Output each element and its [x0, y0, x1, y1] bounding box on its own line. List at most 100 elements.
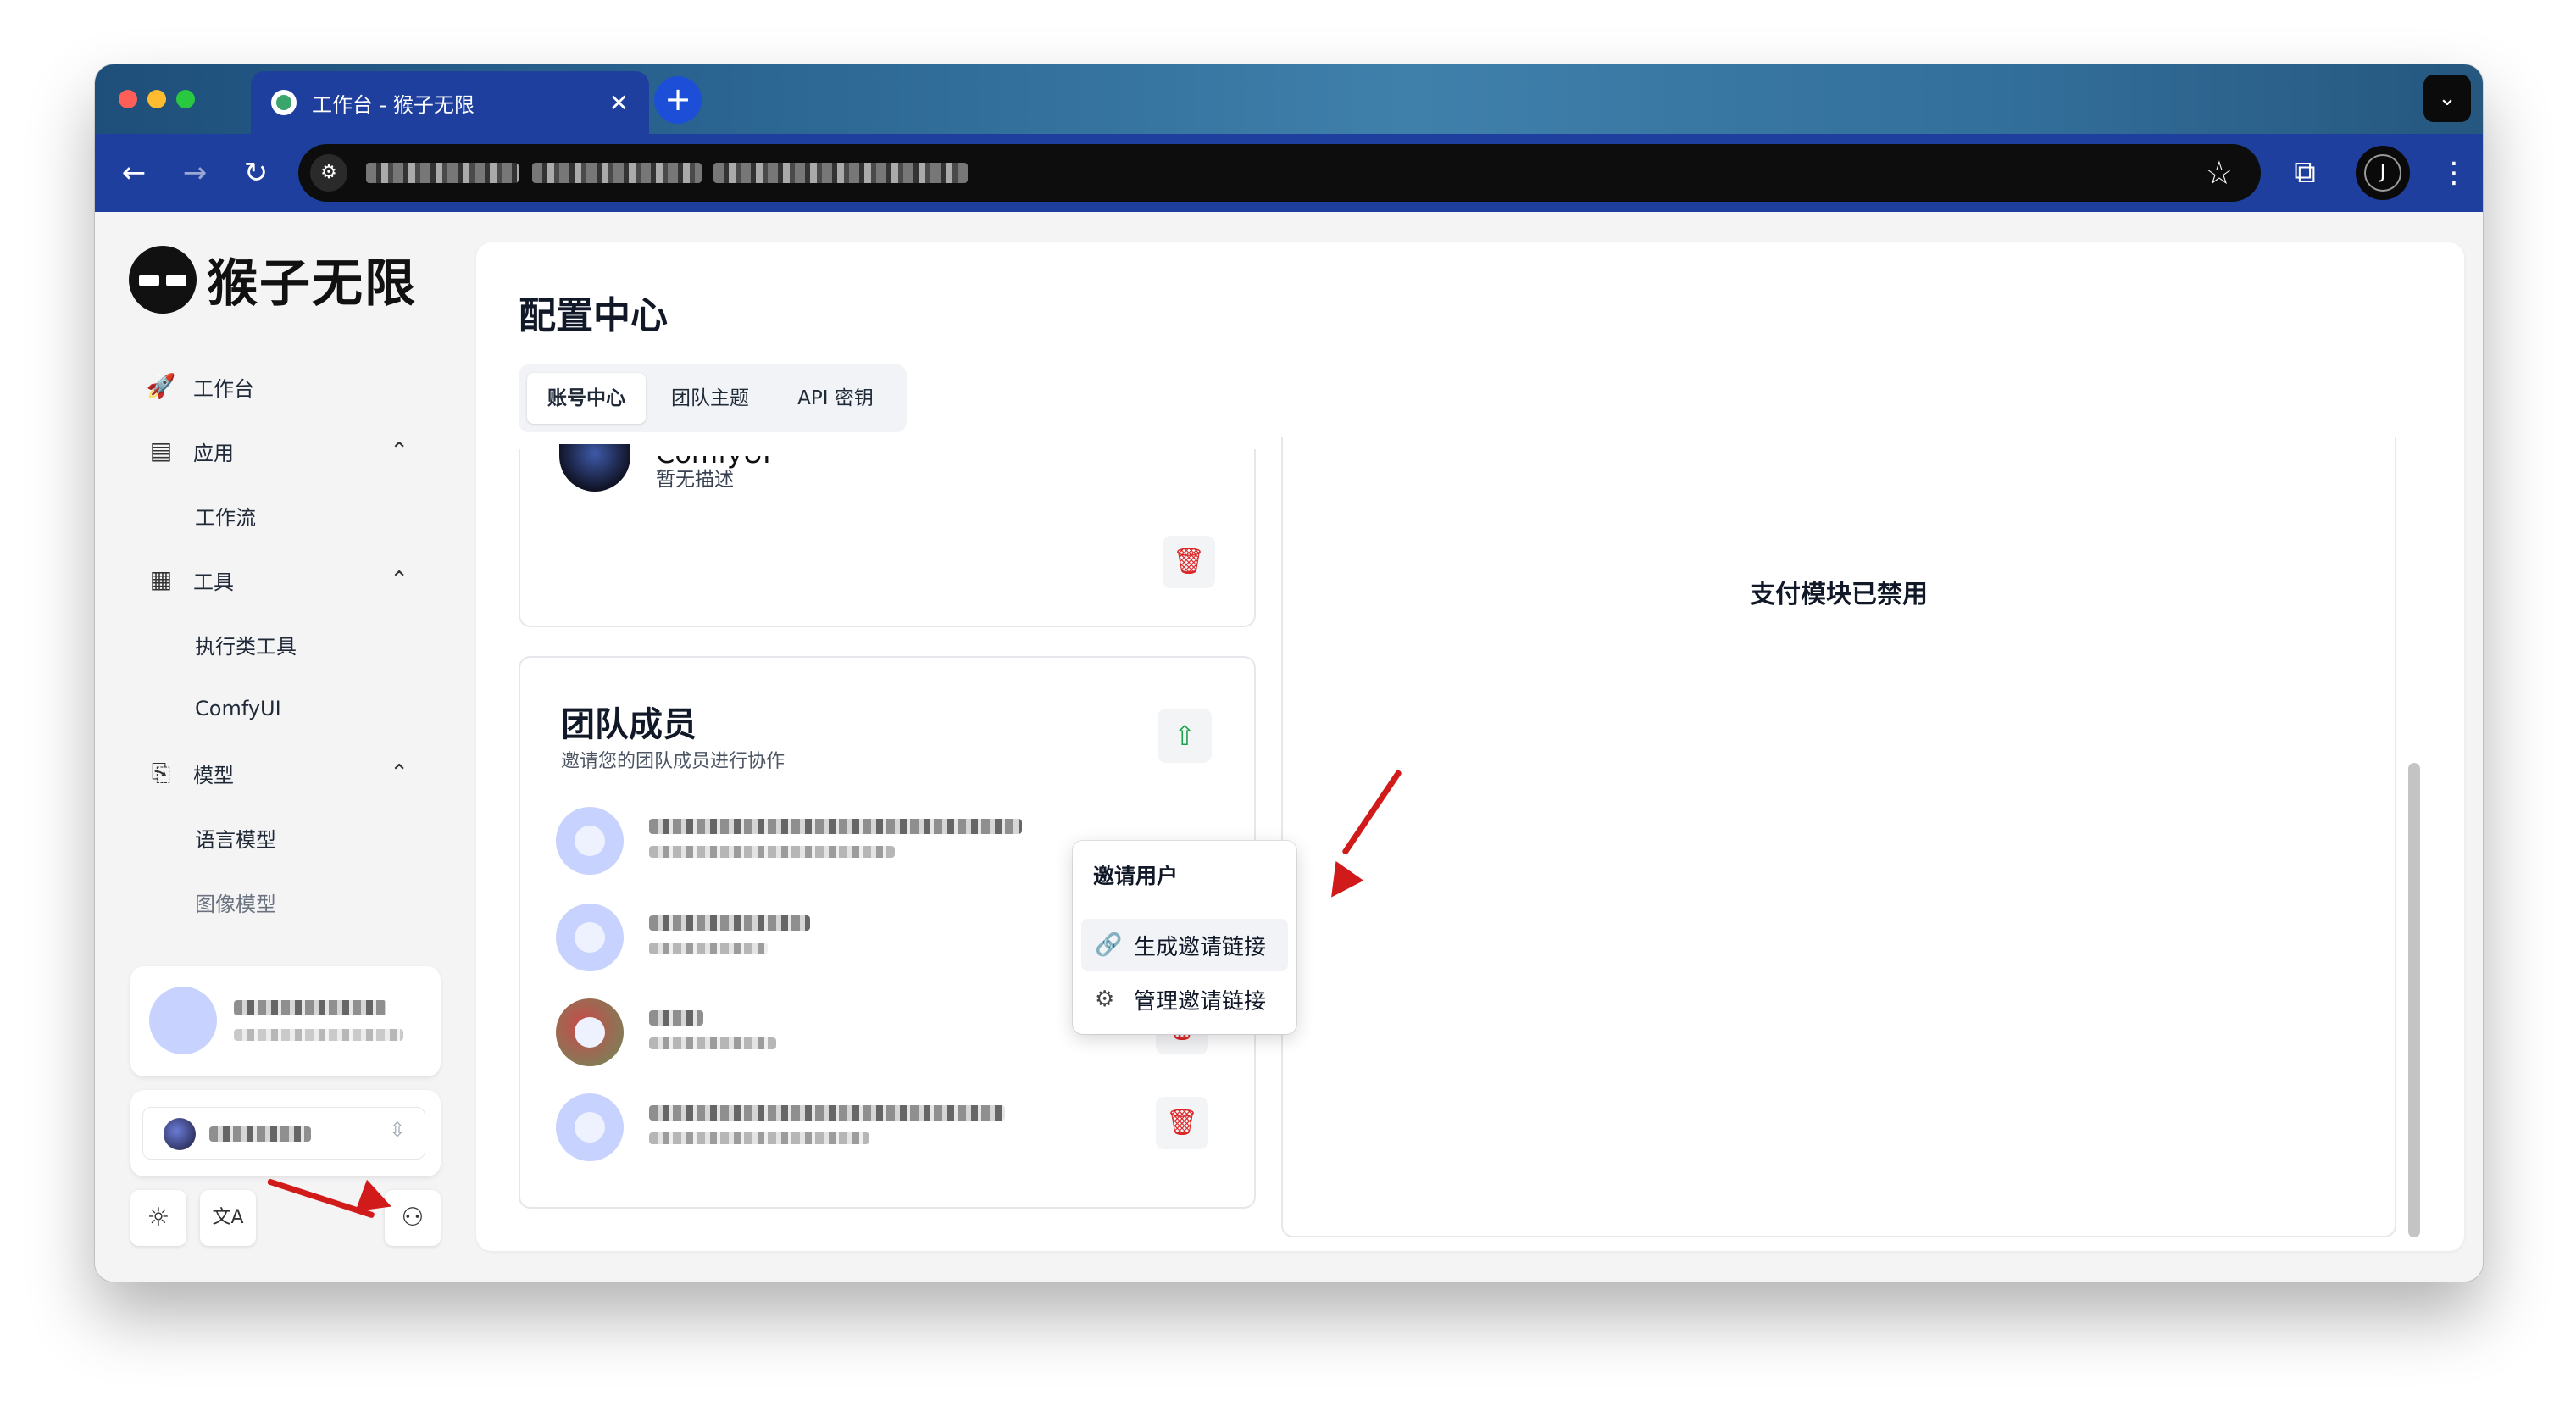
profile-avatar[interactable]: J — [2356, 146, 2410, 200]
url-redacted — [366, 163, 519, 183]
member-meta-redacted — [649, 846, 895, 858]
bookmark-star-icon[interactable]: ☆ — [2205, 154, 2234, 192]
app-root: 猴子无限 🚀 工作台 ▤ 应用 ⌃ 工作流 ▦ 工具 ⌃ 执行类工具 Comfy… — [95, 212, 2483, 1282]
url-redacted — [713, 163, 968, 183]
theme-toggle-button[interactable]: ☼ — [130, 1190, 186, 1246]
sidebar-item-workbench[interactable]: 🚀 工作台 — [129, 354, 442, 419]
sidebar-item-label: 工作台 — [193, 376, 254, 401]
browser-menu-icon[interactable]: ⋮ — [2435, 151, 2473, 195]
window-zoom-button[interactable] — [176, 90, 195, 108]
chevron-up-icon: ⌃ — [390, 567, 408, 592]
url-redacted — [532, 163, 702, 183]
calculator-icon: ▦ — [149, 565, 173, 593]
invite-upload-icon[interactable]: ⇧ — [1158, 709, 1212, 763]
sidebar-item-language-models[interactable]: 语言模型 — [129, 805, 442, 870]
chevron-updown-icon: ⇳ — [388, 1118, 406, 1142]
invite-menu-title: 邀请用户 — [1093, 864, 1179, 888]
sidebar-item-label: ComfyUI — [195, 697, 281, 720]
generate-invite-link-item[interactable]: 🔗 生成邀请链接 — [1081, 919, 1288, 971]
manage-invite-links-item[interactable]: ⚙ 管理邀请链接 — [1081, 973, 1288, 1026]
invite-user-menu: 邀请用户 🔗 生成邀请链接 ⚙ 管理邀请链接 — [1073, 841, 1296, 1034]
browser-toolbar: ← → ↻ ⚙ ☆ ⧉ J ⋮ — [95, 134, 2483, 212]
config-center-panel: 配置中心 账号中心 团队主题 API 密钥 ComfyUI 暂无描述 🗑 团队成… — [476, 242, 2464, 1251]
delete-team-trash-icon[interactable]: 🗑 — [1163, 536, 1215, 588]
team-info-card: ComfyUI 暂无描述 🗑 — [519, 444, 1256, 627]
sidebar-item-label: 执行类工具 — [195, 634, 297, 659]
team-selector[interactable]: ⇳ — [142, 1107, 425, 1160]
sidebar-item-apps[interactable]: ▤ 应用 ⌃ — [129, 419, 442, 483]
sidebar-item-label: 应用 — [193, 441, 234, 465]
tab-search-button[interactable]: ⌄ — [2423, 75, 2471, 122]
sidebar-item-label: 模型 — [193, 763, 234, 787]
site-info-icon[interactable]: ⚙ — [310, 154, 347, 192]
new-tab-button[interactable]: + — [654, 76, 702, 124]
browser-tab-bar: 工作台 - 猴子无限 ✕ + ⌄ — [95, 64, 2483, 134]
team-name-redacted — [209, 1126, 311, 1142]
member-avatar — [556, 904, 624, 971]
link-icon: 🔗 — [1095, 932, 1123, 958]
member-meta-redacted — [649, 1132, 869, 1144]
sidebar-item-models[interactable]: ⎘ 模型 ⌃ — [129, 741, 442, 805]
member-row: 🗑 — [556, 1087, 1208, 1163]
tab-account-center[interactable]: 账号中心 — [527, 373, 646, 424]
browser-tab-active[interactable]: 工作台 - 猴子无限 ✕ — [251, 71, 649, 134]
member-meta-redacted — [649, 943, 768, 954]
forward-button[interactable]: → — [173, 151, 217, 195]
user-card[interactable] — [130, 966, 441, 1076]
chevron-up-icon: ⌃ — [390, 760, 408, 786]
user-email-redacted — [234, 1029, 403, 1041]
sidebar-nav: 🚀 工作台 ▤ 应用 ⌃ 工作流 ▦ 工具 ⌃ 执行类工具 ComfyUI ⎘ … — [129, 354, 442, 934]
member-email-redacted — [649, 819, 1022, 834]
sidebar-item-image-models[interactable]: 图像模型 — [129, 870, 442, 934]
team-avatar — [559, 444, 630, 492]
sidebar-item-label: 工具 — [193, 570, 234, 594]
sidebar-item-workflow[interactable]: 工作流 — [129, 483, 442, 548]
sidebar-item-comfyui[interactable]: ComfyUI — [129, 676, 442, 741]
menu-item-label: 生成邀请链接 — [1134, 934, 1267, 960]
member-avatar — [556, 998, 624, 1066]
monkey-logo-icon — [129, 245, 197, 314]
back-button[interactable]: ← — [112, 151, 156, 195]
user-name-redacted — [234, 1000, 386, 1015]
language-button[interactable]: 文A — [200, 1190, 256, 1246]
profile-initial: J — [2364, 154, 2401, 192]
tab-close-icon[interactable]: ✕ — [609, 89, 629, 117]
chevron-up-icon: ⌃ — [390, 438, 408, 464]
config-tabs: 账号中心 团队主题 API 密钥 — [519, 364, 907, 432]
member-avatar — [556, 1093, 624, 1161]
sidebar-item-tools[interactable]: ▦ 工具 ⌃ — [129, 548, 442, 612]
address-bar[interactable]: ⚙ ☆ — [298, 144, 2261, 202]
rocket-icon: 🚀 — [146, 372, 176, 400]
remove-member-trash-icon[interactable]: 🗑 — [1156, 1097, 1208, 1149]
tab-api-keys[interactable]: API 密钥 — [776, 373, 895, 424]
reload-button[interactable]: ↻ — [234, 151, 278, 195]
members-subtitle: 邀请您的团队成员进行协作 — [561, 751, 786, 772]
menu-item-label: 管理邀请链接 — [1134, 988, 1267, 1015]
page-title: 配置中心 — [519, 294, 668, 337]
window-minimize-button[interactable] — [147, 90, 166, 108]
member-meta-redacted — [649, 1037, 776, 1049]
sidebar-item-label: 图像模型 — [195, 892, 276, 916]
favicon-icon — [271, 90, 297, 115]
tab-team-theme[interactable]: 团队主题 — [651, 373, 769, 424]
extensions-icon[interactable]: ⧉ — [2281, 149, 2329, 197]
brand-logo[interactable]: 猴子无限 — [129, 242, 417, 316]
member-avatar — [556, 807, 624, 875]
sidebar-item-label: 语言模型 — [195, 827, 276, 852]
member-name-redacted — [649, 1010, 703, 1026]
team-description: 暂无描述 — [656, 469, 734, 491]
tab-title: 工作台 - 猴子无限 — [312, 92, 475, 117]
sidebar-item-label: 工作流 — [195, 505, 256, 530]
server-icon: ▤ — [149, 437, 173, 464]
browser-window: 工作台 - 猴子无限 ✕ + ⌄ ← → ↻ ⚙ ☆ ⧉ J ⋮ 猴子无限 🚀 … — [95, 64, 2483, 1282]
sidebar-item-exec-tools[interactable]: 执行类工具 — [129, 612, 442, 676]
brand-name: 猴子无限 — [207, 254, 417, 314]
team-switcher-card: ⇳ — [130, 1090, 441, 1176]
window-close-button[interactable] — [119, 90, 137, 108]
scrollbar-thumb[interactable] — [2408, 763, 2420, 1237]
member-email-redacted — [649, 1105, 1005, 1121]
gear-icon: ⚙ — [1095, 987, 1115, 1012]
payment-disabled-message: 支付模块已禁用 — [1750, 580, 1928, 609]
payment-panel: 支付模块已禁用 — [1281, 437, 2396, 1237]
members-title: 团队成员 — [561, 705, 697, 744]
